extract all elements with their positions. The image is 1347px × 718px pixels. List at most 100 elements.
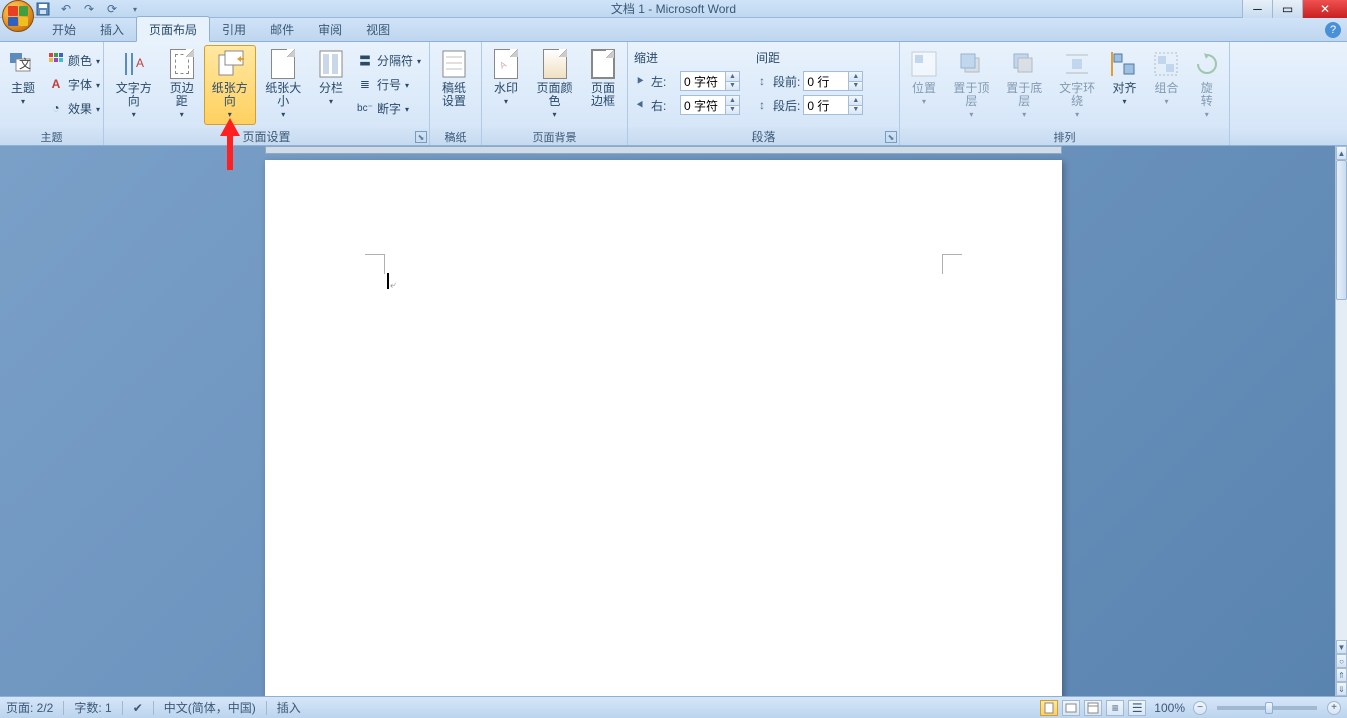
paper-size-button[interactable]: 纸张大小 ▾ (258, 45, 309, 125)
status-insert-mode[interactable]: 插入 (277, 699, 301, 716)
zoom-percent[interactable]: 100% (1154, 701, 1185, 715)
document-area[interactable]: ⤶ (0, 146, 1335, 696)
view-print-layout-button[interactable] (1040, 700, 1058, 716)
status-language[interactable]: 中文(简体，中国) (164, 699, 256, 716)
minimize-button[interactable]: ─ (1242, 0, 1272, 18)
bring-front-button[interactable]: 置于顶层 ▾ (946, 45, 997, 125)
watermark-icon: A (490, 48, 522, 80)
fonts-icon: A (48, 76, 64, 92)
spacing-after-input[interactable] (804, 96, 848, 114)
send-back-button[interactable]: 置于底层 ▾ (999, 45, 1050, 125)
view-web-layout-button[interactable] (1084, 700, 1102, 716)
next-page-button[interactable]: ⇓ (1336, 682, 1347, 696)
ribbon: 文 主题 ▾ 颜色▾ A 字体▾ ◔ 效果▾ 主题 (0, 42, 1347, 146)
document-page[interactable]: ⤶ (265, 160, 1062, 696)
margins-button[interactable]: 页边距 ▾ (161, 45, 202, 125)
scroll-thumb[interactable] (1336, 160, 1347, 300)
undo-icon[interactable]: ↶ (58, 1, 74, 17)
save-icon[interactable] (35, 1, 51, 17)
tab-review[interactable]: 审阅 (306, 17, 354, 41)
align-button[interactable]: 对齐 ▾ (1104, 45, 1144, 125)
group-objects-button[interactable]: 组合 ▾ (1146, 45, 1186, 125)
qat-dropdown-icon[interactable]: ▾ (127, 1, 143, 17)
scroll-up-button[interactable]: ▲ (1336, 146, 1347, 160)
status-page[interactable]: 页面: 2/2 (6, 699, 53, 716)
page-setup-dialog-launcher[interactable]: ⬊ (415, 131, 427, 143)
rotate-button[interactable]: 旋 转 ▾ (1188, 45, 1225, 125)
tab-insert[interactable]: 插入 (88, 17, 136, 41)
theme-colors-button[interactable]: 颜色▾ (44, 49, 104, 71)
text-direction-button[interactable]: A 文字方向 ▾ (108, 45, 159, 125)
maximize-button[interactable]: ▭ (1272, 0, 1302, 18)
repeat-icon[interactable]: ⟳ (104, 1, 120, 17)
spin-up-icon[interactable]: ▲ (726, 72, 739, 82)
columns-button[interactable]: 分栏 ▾ (311, 45, 351, 125)
view-outline-button[interactable]: ≡ (1106, 700, 1124, 716)
spacing-before-input[interactable] (804, 72, 848, 90)
paragraph-dialog-launcher[interactable]: ⬊ (885, 131, 897, 143)
themes-button[interactable]: 文 主题 ▾ (4, 45, 42, 125)
breaks-button[interactable]: 〓 分隔符▾ (353, 49, 425, 71)
watermark-label: 水印 (494, 82, 518, 95)
zoom-out-button[interactable]: − (1193, 701, 1207, 715)
zoom-slider-thumb[interactable] (1265, 702, 1273, 714)
scroll-down-button[interactable]: ▼ (1336, 640, 1347, 654)
group-page-background-label: 页面背景 (482, 128, 627, 145)
margins-icon (166, 48, 198, 80)
prev-page-button[interactable]: ⇑ (1336, 668, 1347, 682)
line-numbers-button[interactable]: ≣ 行号▾ (353, 73, 425, 95)
spacing-after-spinner[interactable]: ▲▼ (803, 95, 863, 115)
tab-home[interactable]: 开始 (40, 17, 88, 41)
tab-view[interactable]: 视图 (354, 17, 402, 41)
watermark-button[interactable]: A 水印 ▾ (486, 45, 526, 125)
spin-down-icon[interactable]: ▼ (849, 82, 862, 91)
horizontal-ruler[interactable] (265, 146, 1062, 154)
themes-icon: 文 (7, 48, 39, 80)
spin-down-icon[interactable]: ▼ (726, 106, 739, 115)
page-color-button[interactable]: 页面颜色 ▾ (528, 45, 581, 125)
hyphenation-label: 断字 (377, 100, 401, 117)
zoom-in-button[interactable]: + (1327, 701, 1341, 715)
close-button[interactable]: ✕ (1302, 0, 1347, 18)
redo-icon[interactable]: ↷ (81, 1, 97, 17)
indent-right-spinner[interactable]: ▲▼ (680, 95, 740, 115)
spin-up-icon[interactable]: ▲ (726, 96, 739, 106)
view-draft-button[interactable]: ☰ (1128, 700, 1146, 716)
spin-down-icon[interactable]: ▼ (849, 106, 862, 115)
indent-left-input[interactable] (681, 72, 725, 90)
office-button[interactable] (2, 0, 34, 32)
zoom-slider[interactable] (1217, 706, 1317, 710)
chevron-down-icon: ▾ (1164, 97, 1168, 106)
text-wrap-button[interactable]: 文字环绕 ▾ (1052, 45, 1103, 125)
hyphenation-button[interactable]: bc⁻ 断字▾ (353, 97, 425, 119)
group-icon (1150, 48, 1182, 80)
theme-fonts-button[interactable]: A 字体▾ (44, 73, 104, 95)
spin-up-icon[interactable]: ▲ (849, 96, 862, 106)
status-proofing-icon[interactable]: ✔ (133, 701, 143, 715)
scroll-track[interactable] (1336, 160, 1347, 640)
help-button[interactable]: ? (1325, 22, 1341, 38)
theme-fonts-label: 字体 (68, 76, 92, 93)
status-word-count[interactable]: 字数: 1 (74, 699, 111, 716)
position-button[interactable]: 位置 ▾ (904, 45, 944, 125)
tab-mailings[interactable]: 邮件 (258, 17, 306, 41)
indent-right-input[interactable] (681, 96, 725, 114)
spin-down-icon[interactable]: ▼ (726, 82, 739, 91)
manuscript-button[interactable]: 稿纸 设置 (434, 45, 474, 125)
tab-page-layout[interactable]: 页面布局 (136, 16, 210, 42)
view-full-screen-button[interactable] (1062, 700, 1080, 716)
spacing-header: 间距 (754, 49, 863, 66)
page-border-button[interactable]: 页面 边框 (583, 45, 623, 125)
margins-label: 页边距 (165, 82, 198, 108)
indent-left-spinner[interactable]: ▲▼ (680, 71, 740, 91)
spacing-before-spinner[interactable]: ▲▼ (803, 71, 863, 91)
vertical-scrollbar[interactable]: ▲ ▼ ○ ⇑ ⇓ (1335, 146, 1347, 696)
browse-object-button[interactable]: ○ (1336, 654, 1347, 668)
group-manuscript-label: 稿纸 (430, 128, 481, 145)
breaks-icon: 〓 (357, 52, 373, 68)
theme-effects-button[interactable]: ◔ 效果▾ (44, 97, 104, 119)
tab-references[interactable]: 引用 (210, 17, 258, 41)
orientation-button[interactable]: 纸张方向 ▾ (204, 45, 255, 125)
bring-front-label: 置于顶层 (950, 82, 993, 108)
spin-up-icon[interactable]: ▲ (849, 72, 862, 82)
